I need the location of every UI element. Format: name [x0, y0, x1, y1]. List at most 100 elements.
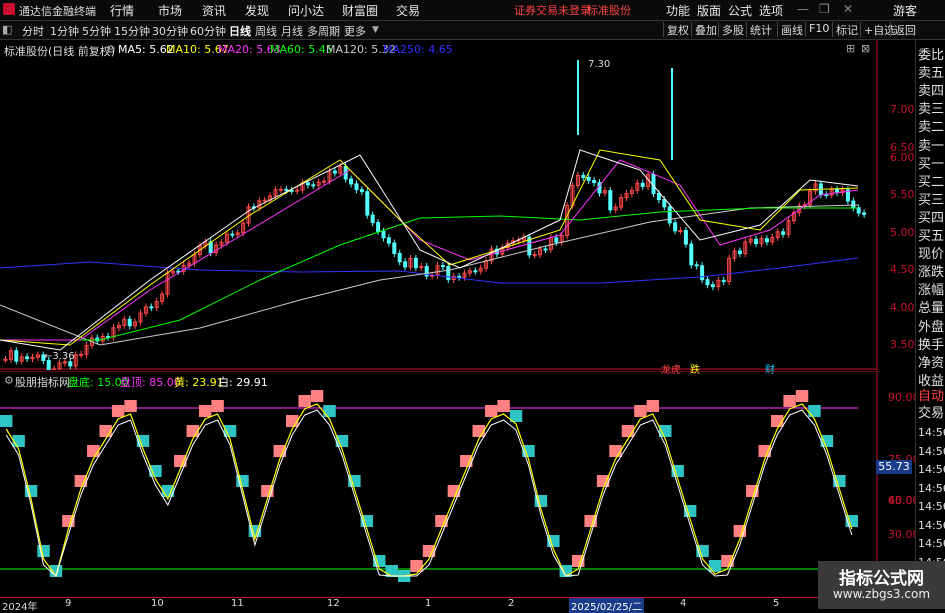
kline-chart[interactable]: 标准股份(日线 前复权) ⚙ MA5: 5.62 MA10: 5.67 MA20… — [0, 40, 915, 376]
candle-body — [662, 199, 667, 208]
period-more[interactable]: 更多 — [344, 23, 366, 39]
menu-item-hangqing[interactable]: 行情 — [110, 2, 134, 19]
candle-body — [851, 200, 856, 209]
quote-label-0: 委比 — [918, 48, 945, 63]
toolbar-f10[interactable]: F10 — [805, 22, 829, 37]
candle-body — [440, 265, 445, 268]
period-monthly[interactable]: 月线 — [281, 23, 303, 39]
period-bar: ◧ 分时 1分钟 5分钟 15分钟 30分钟 60分钟 日线 周线 月线 多周期… — [0, 21, 945, 40]
candle-body — [376, 222, 381, 232]
menu-item-jiaoyi[interactable]: 交易 — [396, 2, 420, 19]
close-chart-icon[interactable]: ⊠ — [861, 42, 870, 55]
candle-body — [127, 318, 132, 327]
close-icon[interactable]: ✕ — [843, 2, 853, 16]
x-label-5: 5 — [773, 598, 780, 609]
menu-item-xuanxiang[interactable]: 选项 — [759, 2, 783, 19]
toolbar-duogu[interactable]: 多股 — [718, 22, 744, 37]
y-tick-450: 4.50 — [890, 263, 915, 276]
left-arrow-icon[interactable]: ◧ — [2, 23, 12, 36]
candle-body — [683, 230, 688, 245]
period-daily[interactable]: 日线 — [229, 23, 251, 39]
toolbar-biaoji[interactable]: 标记 — [832, 22, 858, 37]
quote-label-17: 净资 — [918, 355, 945, 371]
y-tick-550: 5.50 — [890, 188, 915, 201]
indicator-chart[interactable]: ⚙ 股朋指标网 盘底: 15.00 盘顶: 85.00 黄: 23.91 白: … — [0, 371, 920, 597]
app-title: 通达信金融终端 — [19, 5, 96, 18]
y-tick-350: 3.50 — [890, 338, 915, 351]
candle-body — [764, 238, 769, 243]
candle-body — [754, 238, 759, 245]
watermark-url: www.zbgs3.com — [832, 587, 931, 601]
menu-item-wenxiaoda[interactable]: 问小达 — [288, 2, 324, 19]
candle-body — [332, 170, 337, 174]
ma10-line — [0, 149, 859, 346]
more-dropdown-icon[interactable]: ▼ — [372, 25, 379, 35]
ma20-line — [0, 159, 859, 341]
candle-body — [311, 184, 316, 187]
toolbar-tongji[interactable]: 统计 — [746, 22, 772, 37]
candle-body — [386, 237, 391, 244]
toolbar-huaxian[interactable]: 画线 — [777, 22, 803, 37]
candle-body — [721, 279, 726, 283]
menu-item-shichang[interactable]: 市场 — [158, 2, 182, 19]
kline-canvas[interactable] — [0, 40, 878, 370]
period-15min[interactable]: 15分钟 — [114, 23, 150, 39]
candle-body — [592, 179, 597, 184]
menu-item-zixun[interactable]: 资讯 — [202, 2, 226, 19]
candle-body — [694, 264, 699, 267]
app-logo — [3, 3, 15, 15]
candle-body — [295, 189, 300, 192]
login-notice[interactable]: 证券交易未登录 — [514, 2, 591, 18]
candle-body — [862, 212, 867, 215]
toolbar-fanhui[interactable]: 返回 — [890, 22, 916, 37]
menu-item-banmian[interactable]: 版面 — [697, 2, 721, 19]
candle-body — [392, 242, 397, 254]
candle-body — [262, 199, 267, 202]
user-label[interactable]: 游客 — [893, 2, 917, 19]
quote-label-16: 换手 — [918, 337, 945, 353]
indicator-settings-icon[interactable]: ⚙ — [4, 374, 14, 387]
menu-item-gongshi[interactable]: 公式 — [728, 2, 752, 19]
indicator-huang: 黄: 23.91 — [174, 376, 224, 389]
candle-body — [397, 252, 402, 263]
watermark-title: 指标公式网 — [839, 569, 924, 589]
x-label-2: 2 — [508, 598, 515, 609]
candle-body — [473, 270, 478, 273]
indicator-bar — [298, 395, 311, 407]
x-label-cursor-date: 2025/02/25/二 — [569, 598, 645, 613]
period-60min[interactable]: 60分钟 — [190, 23, 226, 39]
candle-body — [856, 207, 861, 214]
candle-body — [14, 350, 19, 362]
restore-icon[interactable]: ❐ — [819, 2, 830, 16]
quote-panel: 委比 卖五 卖四 卖三 卖二 卖一 买一 买二 买三 买四 买五 现价 涨跌 涨幅 总量 外盘 换手 净资 收益 自… — [915, 40, 945, 609]
menu-item-faxian[interactable]: 发现 — [245, 2, 269, 19]
period-multi[interactable]: 多周期 — [307, 23, 340, 39]
period-weekly[interactable]: 周线 — [255, 23, 277, 39]
trade-label[interactable]: 交易 — [918, 402, 945, 421]
candle-body — [381, 230, 386, 239]
expand-icon[interactable]: ⊞ — [846, 42, 855, 55]
menu-item-caifuquan[interactable]: 财富圈 — [342, 2, 378, 19]
quote-label-6: 买一 — [918, 156, 945, 172]
candle-body — [349, 178, 354, 185]
indicator-bar — [198, 405, 212, 417]
period-5min[interactable]: 5分钟 — [82, 23, 111, 39]
menu-item-gongneng[interactable]: 功能 — [666, 2, 690, 19]
trade-time-3: 14:56 — [918, 481, 945, 495]
candle-body — [667, 206, 672, 224]
period-1min[interactable]: 1分钟 — [50, 23, 79, 39]
candle-body — [278, 188, 283, 191]
candle-body — [554, 237, 559, 243]
candle-body — [689, 243, 694, 266]
indicator-canvas[interactable] — [0, 371, 878, 597]
toolbar-fuquan[interactable]: 复权 — [663, 22, 689, 37]
toolbar-diejia[interactable]: 叠加 — [691, 22, 717, 37]
settings-icon[interactable]: ⚙ — [106, 43, 116, 56]
period-fenshi[interactable]: 分时 — [22, 23, 44, 39]
candle-body — [581, 174, 586, 178]
candle-body — [230, 233, 235, 236]
period-30min[interactable]: 30分钟 — [152, 23, 188, 39]
ma60-label: MA60: 5.45 — [270, 43, 333, 56]
indicator-bar — [708, 560, 722, 572]
minimize-icon[interactable]: — — [797, 2, 809, 16]
